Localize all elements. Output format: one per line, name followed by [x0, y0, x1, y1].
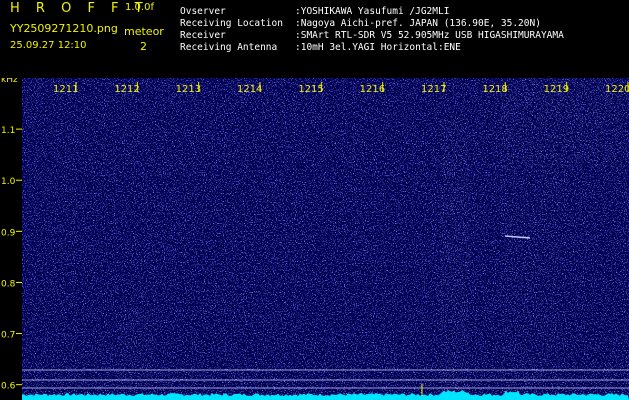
- timestamp: 25.09.27 12:10: [10, 40, 87, 51]
- app-version: 1.0.0f: [125, 2, 154, 13]
- spectrogram-svg: 1211 1212 1213 1214 1215 1216 1217 1218 1219 1220…: [1, 78, 629, 400]
- x-tick-label: 1220: [605, 84, 629, 95]
- info-key: Receiving Location: [180, 18, 283, 29]
- meteor-echo: [500, 168, 560, 393]
- info-keys: Ovserver Receiving Location Receiver Rec…: [180, 6, 283, 54]
- spectrogram-plot: 1211 1212 1213 1214 1215 1216 1217 1218 1219 1220…: [0, 78, 629, 400]
- meteor-echo: [440, 118, 470, 393]
- y-tick-label: 0.7: [1, 331, 15, 341]
- x-tick-label: 1219: [544, 84, 569, 95]
- info-key: Receiving Antenna: [180, 42, 278, 53]
- info-key: Receiver: [180, 30, 226, 41]
- info-value: :YOSHIKAWA Yasufumi /JG2MLI: [295, 6, 450, 17]
- x-tick-label: 1211: [53, 84, 78, 95]
- y-tick-label: 1.0: [1, 177, 16, 187]
- x-tick-label: 1216: [360, 84, 385, 95]
- info-value: :Nagoya Aichi-pref. JAPAN (136.90E, 35.2…: [295, 18, 541, 29]
- y-tick-label: 1.1: [1, 126, 15, 136]
- x-tick-label: 1217: [421, 84, 446, 95]
- info-values: :YOSHIKAWA Yasufumi /JG2MLI :Nagoya Aich…: [295, 6, 564, 54]
- meteor-count: 2: [140, 40, 147, 53]
- x-tick-label: 1215: [298, 84, 323, 95]
- file-name: YY2509271210.png: [10, 22, 118, 35]
- x-tick-label: 1218: [482, 84, 507, 95]
- info-value: :SMArt RTL-SDR V5 52.905MHz USB HIGASHIM…: [295, 30, 564, 41]
- y-tick-label: 0.8: [1, 279, 16, 289]
- y-tick-label: 0.9: [1, 228, 16, 238]
- meteor-label: meteor: [124, 25, 164, 38]
- x-tick-label: 1212: [114, 84, 139, 95]
- x-tick-label: 1214: [237, 84, 262, 95]
- y-axis-label: kHz: [1, 78, 18, 85]
- y-tick-label: 0.6: [1, 382, 16, 392]
- info-key: Ovserver: [180, 6, 226, 17]
- header-panel: H R O F F T 1.0.0f YY2509271210.png mete…: [0, 0, 629, 78]
- x-tick-label: 1213: [176, 84, 201, 95]
- info-value: :10mH 3el.YAGI Horizontal:ENE: [295, 42, 461, 53]
